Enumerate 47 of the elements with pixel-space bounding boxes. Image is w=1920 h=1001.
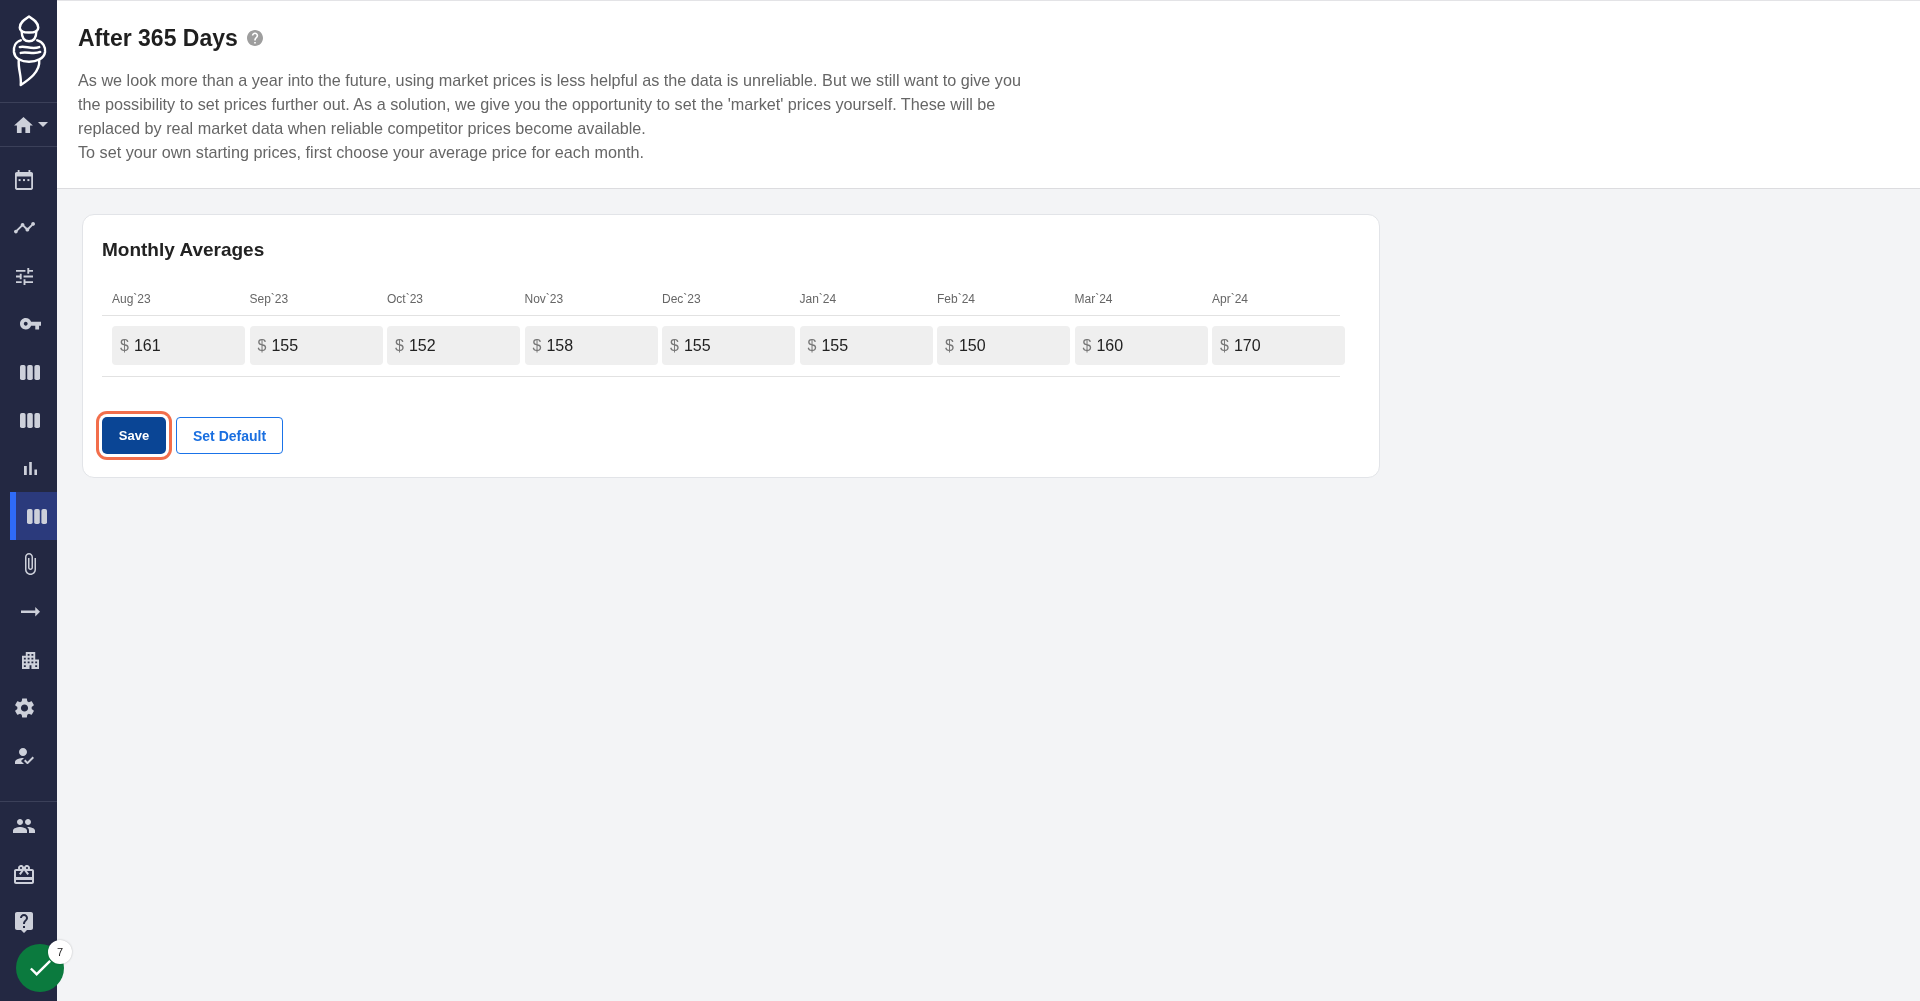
help-icon xyxy=(15,911,33,933)
price-input[interactable]: $ 155 xyxy=(249,326,383,365)
home-menu-button[interactable] xyxy=(13,116,48,133)
help-icon[interactable] xyxy=(246,30,263,46)
set-default-button[interactable]: Set Default xyxy=(176,417,284,454)
columns-icon xyxy=(20,412,40,428)
card-title: Monthly Averages xyxy=(102,238,266,262)
page-title: After 365 Days xyxy=(78,24,238,52)
price-input[interactable]: $ 155 xyxy=(662,326,795,365)
column-header: Mar`24 xyxy=(1073,291,1114,308)
sidebar-item[interactable] xyxy=(10,492,57,540)
price-input[interactable]: $ 152 xyxy=(387,326,520,365)
column-header: Sep`23 xyxy=(248,291,290,308)
check-icon xyxy=(29,960,51,976)
key-icon xyxy=(19,318,41,330)
description-text: To set your own starting prices, first choose your average price for each month. xyxy=(78,142,645,163)
sliders-icon xyxy=(15,267,33,285)
price-input[interactable]: $ 160 xyxy=(1074,326,1208,365)
price-input[interactable]: $ 158 xyxy=(524,326,658,365)
columns-icon xyxy=(27,508,47,524)
column-header: Aug`23 xyxy=(111,291,152,308)
genie-logo xyxy=(12,15,47,87)
home-icon xyxy=(13,116,33,133)
arrow-right-icon xyxy=(20,607,40,617)
building-icon xyxy=(21,651,39,669)
trend-line-icon xyxy=(13,222,35,234)
columns-icon xyxy=(20,364,40,380)
gift-card-icon xyxy=(14,864,34,884)
price-input[interactable]: $ 155 xyxy=(799,326,933,365)
bar-chart-icon xyxy=(23,461,37,475)
price-input[interactable]: $ 161 xyxy=(112,326,245,365)
settings-icon xyxy=(14,698,34,718)
caret-icon xyxy=(37,122,48,127)
person-check-icon xyxy=(14,747,34,765)
price-input[interactable]: $ 170 xyxy=(1212,326,1345,365)
column-header: Feb`24 xyxy=(936,291,977,308)
column-header: Nov`23 xyxy=(523,291,565,308)
people-icon xyxy=(13,819,35,833)
column-header: Apr`24 xyxy=(1211,291,1250,308)
paperclip-icon xyxy=(24,553,36,575)
column-header: Jan`24 xyxy=(798,291,838,308)
description-text: As we look more than a year into the future, using market prices is less helpful as the data is unreliable. But we still want to give you the possibility to set prices further out. As a solution, we give you the opportunity to set the 'market' prices yourself. These will be replaced by real market data when reliable competitor prices become available. xyxy=(78,70,1022,139)
price-input[interactable]: $ 150 xyxy=(937,326,1070,365)
column-header: Oct`23 xyxy=(386,291,424,308)
column-header: Dec`23 xyxy=(661,291,702,308)
calendar-icon xyxy=(15,170,33,190)
notification-badge: 7 xyxy=(48,940,72,964)
